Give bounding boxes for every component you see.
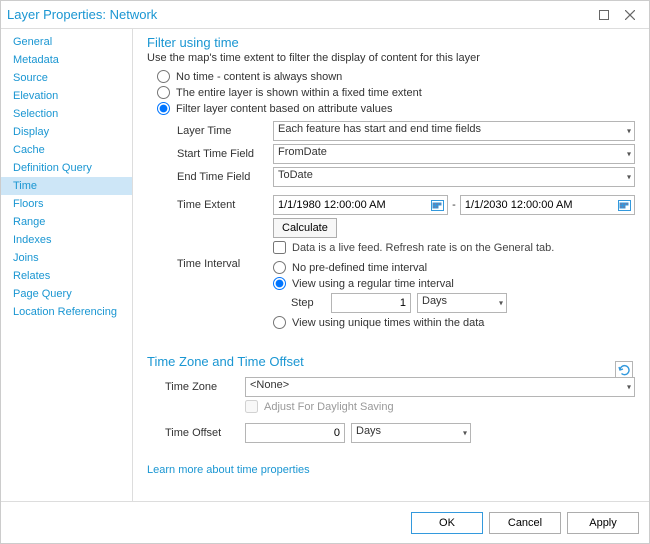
close-button[interactable] — [617, 5, 643, 25]
sidebar-item-elevation[interactable]: Elevation — [1, 87, 132, 105]
live-feed-checkbox-row[interactable]: Data is a live feed. Refresh rate is on … — [273, 241, 554, 254]
category-sidebar: General Metadata Source Elevation Select… — [1, 29, 133, 501]
start-field-label: Start Time Field — [177, 148, 273, 160]
sidebar-item-indexes[interactable]: Indexes — [1, 231, 132, 249]
radio-interval-unique-input[interactable] — [273, 316, 286, 329]
offset-input[interactable] — [245, 423, 345, 443]
end-field-select[interactable]: ToDate — [273, 167, 635, 187]
apply-button[interactable]: Apply — [567, 512, 639, 534]
extent-separator: - — [452, 199, 456, 211]
sidebar-item-page-query[interactable]: Page Query — [1, 285, 132, 303]
radio-attribute-values[interactable]: Filter layer content based on attribute … — [157, 102, 635, 115]
offset-unit-select[interactable]: Days — [351, 423, 471, 443]
sidebar-item-metadata[interactable]: Metadata — [1, 51, 132, 69]
layer-properties-dialog: Layer Properties: Network General Metada… — [0, 0, 650, 544]
dialog-footer: OK Cancel Apply — [1, 501, 649, 543]
dst-checkbox-row: Adjust For Daylight Saving — [245, 400, 394, 413]
time-interval-label: Time Interval — [177, 258, 273, 270]
learn-more-link[interactable]: Learn more about time properties — [147, 464, 310, 476]
dst-checkbox — [245, 400, 258, 413]
step-unit-select[interactable]: Days — [417, 293, 507, 313]
radio-no-time-label: No time - content is always shown — [176, 71, 342, 83]
timezone-section-title: Time Zone and Time Offset — [147, 354, 635, 369]
calculate-button[interactable]: Calculate — [273, 218, 337, 238]
offset-label: Time Offset — [165, 427, 245, 439]
sidebar-item-cache[interactable]: Cache — [1, 141, 132, 159]
sidebar-item-range[interactable]: Range — [1, 213, 132, 231]
sidebar-item-source[interactable]: Source — [1, 69, 132, 87]
live-feed-checkbox[interactable] — [273, 241, 286, 254]
radio-attribute-values-input[interactable] — [157, 102, 170, 115]
sidebar-item-display[interactable]: Display — [1, 123, 132, 141]
titlebar: Layer Properties: Network — [1, 1, 649, 29]
layer-time-label: Layer Time — [177, 125, 273, 137]
cancel-button[interactable]: Cancel — [489, 512, 561, 534]
step-label: Step — [291, 297, 331, 309]
radio-attribute-values-label: Filter layer content based on attribute … — [176, 103, 392, 115]
timezone-select[interactable]: <None> — [245, 377, 635, 397]
live-feed-label: Data is a live feed. Refresh rate is on … — [292, 242, 554, 254]
filter-section-title: Filter using time — [147, 35, 635, 50]
radio-interval-none[interactable]: No pre-defined time interval — [273, 261, 635, 274]
sidebar-item-location-referencing[interactable]: Location Referencing — [1, 303, 132, 321]
sidebar-item-relates[interactable]: Relates — [1, 267, 132, 285]
extent-to-field[interactable] — [460, 195, 635, 215]
radio-fixed-extent-input[interactable] — [157, 86, 170, 99]
radio-no-time-input[interactable] — [157, 70, 170, 83]
step-input[interactable] — [331, 293, 411, 313]
time-extent-label: Time Extent — [177, 199, 273, 211]
radio-interval-none-label: No pre-defined time interval — [292, 262, 427, 274]
dst-label: Adjust For Daylight Saving — [264, 401, 394, 413]
end-field-label: End Time Field — [177, 171, 273, 183]
extent-to-input[interactable] — [461, 196, 616, 214]
sidebar-item-time[interactable]: Time — [1, 177, 132, 195]
radio-interval-regular-input[interactable] — [273, 277, 286, 290]
radio-interval-unique-label: View using unique times within the data — [292, 317, 484, 329]
main-panel: Filter using time Use the map's time ext… — [133, 29, 649, 501]
sidebar-item-floors[interactable]: Floors — [1, 195, 132, 213]
maximize-button[interactable] — [591, 5, 617, 25]
dialog-body: General Metadata Source Elevation Select… — [1, 29, 649, 501]
radio-interval-regular[interactable]: View using a regular time interval — [273, 277, 635, 290]
radio-interval-none-input[interactable] — [273, 261, 286, 274]
start-field-select[interactable]: FromDate — [273, 144, 635, 164]
radio-fixed-extent[interactable]: The entire layer is shown within a fixed… — [157, 86, 635, 99]
calendar-icon[interactable] — [616, 197, 632, 213]
extent-from-field[interactable] — [273, 195, 448, 215]
window-title: Layer Properties: Network — [7, 7, 591, 22]
radio-fixed-extent-label: The entire layer is shown within a fixed… — [176, 87, 422, 99]
layer-time-select[interactable]: Each feature has start and end time fiel… — [273, 121, 635, 141]
filter-section-subtitle: Use the map's time extent to filter the … — [147, 52, 635, 64]
timezone-label: Time Zone — [165, 381, 245, 393]
extent-from-input[interactable] — [274, 196, 429, 214]
sidebar-item-general[interactable]: General — [1, 33, 132, 51]
ok-button[interactable]: OK — [411, 512, 483, 534]
radio-no-time[interactable]: No time - content is always shown — [157, 70, 635, 83]
sidebar-item-definition-query[interactable]: Definition Query — [1, 159, 132, 177]
time-form: Layer Time Each feature has start and en… — [177, 121, 635, 332]
radio-interval-regular-label: View using a regular time interval — [292, 278, 454, 290]
sidebar-item-joins[interactable]: Joins — [1, 249, 132, 267]
timezone-section: Time Zone and Time Offset Time Zone <Non… — [147, 354, 635, 443]
calendar-icon[interactable] — [429, 197, 445, 213]
sidebar-item-selection[interactable]: Selection — [1, 105, 132, 123]
radio-interval-unique[interactable]: View using unique times within the data — [273, 316, 635, 329]
